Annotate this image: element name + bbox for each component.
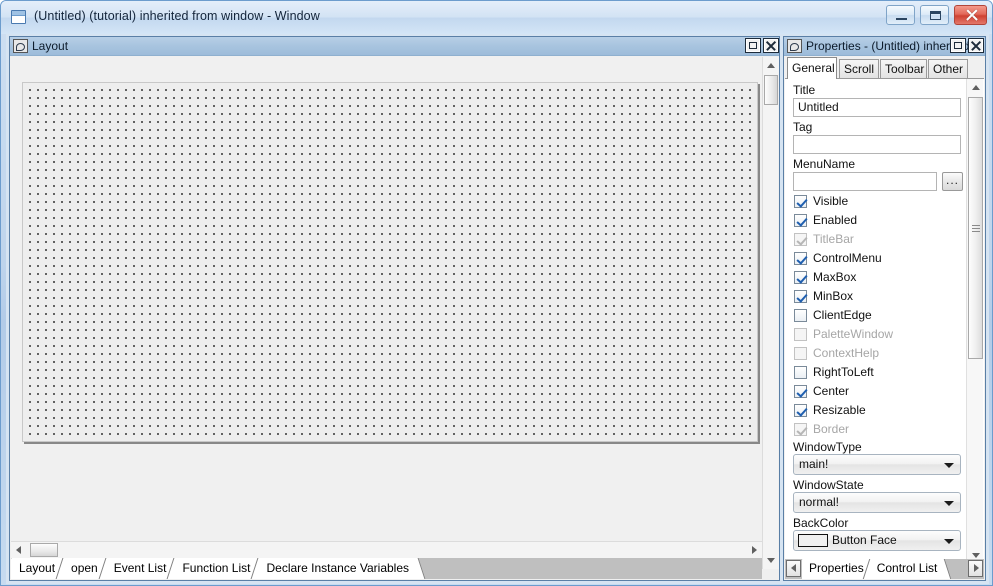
layout-window: Layout Layout open Event List Function L…	[9, 36, 780, 581]
properties-title: Properties - (Untitled) inherited	[806, 39, 970, 53]
checkbox-palettewindow-box	[794, 328, 807, 341]
checkbox-center-box[interactable]	[794, 385, 807, 398]
layout-body	[11, 56, 763, 578]
tab-control-list[interactable]: Control List	[869, 559, 945, 579]
backcolor-value: Button Face	[832, 533, 897, 547]
tag-input[interactable]	[793, 135, 961, 154]
mdi-client-area: Layout Layout open Event List Function L…	[6, 34, 989, 584]
scroll-right-icon[interactable]	[746, 542, 762, 557]
tab-scroll-right-button[interactable]	[968, 560, 983, 577]
properties-icon	[787, 39, 802, 53]
chevron-right-icon	[968, 560, 983, 575]
properties-vertical-scrollbar[interactable]	[966, 79, 983, 563]
windowstate-dropdown[interactable]: normal!	[793, 492, 961, 513]
checkbox-visible-box[interactable]	[794, 195, 807, 208]
color-swatch	[798, 534, 828, 547]
layout-horizontal-scrollbar[interactable]	[11, 541, 762, 558]
title-input[interactable]: Untitled	[793, 98, 961, 117]
windowstate-value: normal!	[799, 495, 840, 509]
checkbox-resizable-box[interactable]	[794, 404, 807, 417]
properties-restore-button[interactable]	[950, 38, 966, 53]
layout-title: Layout	[32, 39, 69, 53]
menuname-browse-button[interactable]: ...	[942, 172, 963, 191]
tab-declare-instance-variables[interactable]: Declare Instance Variables	[258, 558, 419, 579]
tab-event-list[interactable]: Event List	[105, 558, 176, 579]
scroll-grip-icon	[972, 225, 980, 232]
window-title: (Untitled) (tutorial) inherited from win…	[34, 9, 320, 23]
windowtype-label: WindowType	[793, 440, 862, 454]
layout-close-button[interactable]	[763, 38, 779, 53]
checkbox-enabled-box[interactable]	[794, 214, 807, 227]
layout-vscroll-thumb[interactable]	[764, 75, 778, 105]
maximize-button[interactable]	[920, 5, 949, 25]
scroll-up-icon[interactable]	[967, 79, 984, 96]
layout-icon	[13, 39, 28, 53]
tab-function-list[interactable]: Function List	[174, 558, 260, 579]
layout-tab-strip: Layout open Event List Function List Dec…	[11, 558, 762, 579]
backcolor-dropdown[interactable]: Button Face	[793, 530, 961, 551]
checkbox-minbox-box[interactable]	[794, 290, 807, 303]
tab-other[interactable]: Other	[928, 59, 968, 78]
properties-titlebar[interactable]: Properties - (Untitled) inherited	[784, 37, 985, 56]
scroll-up-icon[interactable]	[763, 57, 779, 74]
checkbox-titlebar-box	[794, 233, 807, 246]
chevron-down-icon	[944, 463, 954, 468]
properties-tab-row: General Scroll Toolbar Other	[785, 57, 984, 79]
application-window: (Untitled) (tutorial) inherited from win…	[0, 0, 993, 586]
checkbox-maxbox-box[interactable]	[794, 271, 807, 284]
scroll-left-icon[interactable]	[11, 542, 27, 557]
checkbox-controlmenu-box[interactable]	[794, 252, 807, 265]
checkbox-righttoleft-box[interactable]	[794, 366, 807, 379]
chevron-left-icon	[786, 560, 801, 575]
chevron-down-icon	[944, 501, 954, 506]
properties-body: Title Untitled Tag MenuName ... Visible …	[785, 78, 984, 563]
checkbox-contexthelp-box	[794, 347, 807, 360]
windowtype-value: main!	[799, 457, 829, 471]
properties-vscroll-thumb[interactable]	[968, 97, 983, 359]
tab-scroll[interactable]: Scroll	[839, 59, 879, 78]
layout-titlebar[interactable]: Layout	[10, 37, 779, 56]
windowstate-label: WindowState	[793, 478, 864, 492]
design-canvas[interactable]	[22, 82, 758, 442]
properties-bottom-tabs: Properties Control List Non-Visual	[802, 559, 967, 579]
properties-bottom-tab-strip: Properties Control List Non-Visual	[785, 559, 984, 579]
menuname-input[interactable]	[793, 172, 937, 191]
title-label: Title	[793, 83, 816, 97]
layout-restore-button[interactable]	[745, 38, 761, 53]
tab-scroll-left-button[interactable]	[786, 560, 801, 577]
properties-window: Properties - (Untitled) inherited Genera…	[783, 36, 986, 581]
window-titlebar: (Untitled) (tutorial) inherited from win…	[1, 1, 992, 34]
scroll-down-icon[interactable]	[763, 552, 779, 569]
chevron-down-icon	[944, 539, 954, 544]
checkbox-border-box	[794, 423, 807, 436]
close-button[interactable]	[954, 5, 987, 25]
layout-vertical-scrollbar[interactable]	[762, 57, 779, 569]
tag-label: Tag	[793, 120, 813, 134]
checkbox-clientedge-box[interactable]	[794, 309, 807, 322]
minimize-button[interactable]	[886, 5, 915, 25]
layout-hscroll-thumb[interactable]	[30, 543, 58, 557]
properties-close-button[interactable]	[968, 38, 984, 53]
menuname-label: MenuName	[793, 157, 856, 171]
tab-properties[interactable]: Properties	[802, 559, 871, 579]
backcolor-label: BackColor	[793, 516, 849, 530]
tab-toolbar[interactable]: Toolbar	[880, 59, 927, 78]
windowtype-dropdown[interactable]: main!	[793, 454, 961, 475]
window-icon	[11, 10, 26, 24]
tab-general[interactable]: General	[787, 57, 837, 79]
